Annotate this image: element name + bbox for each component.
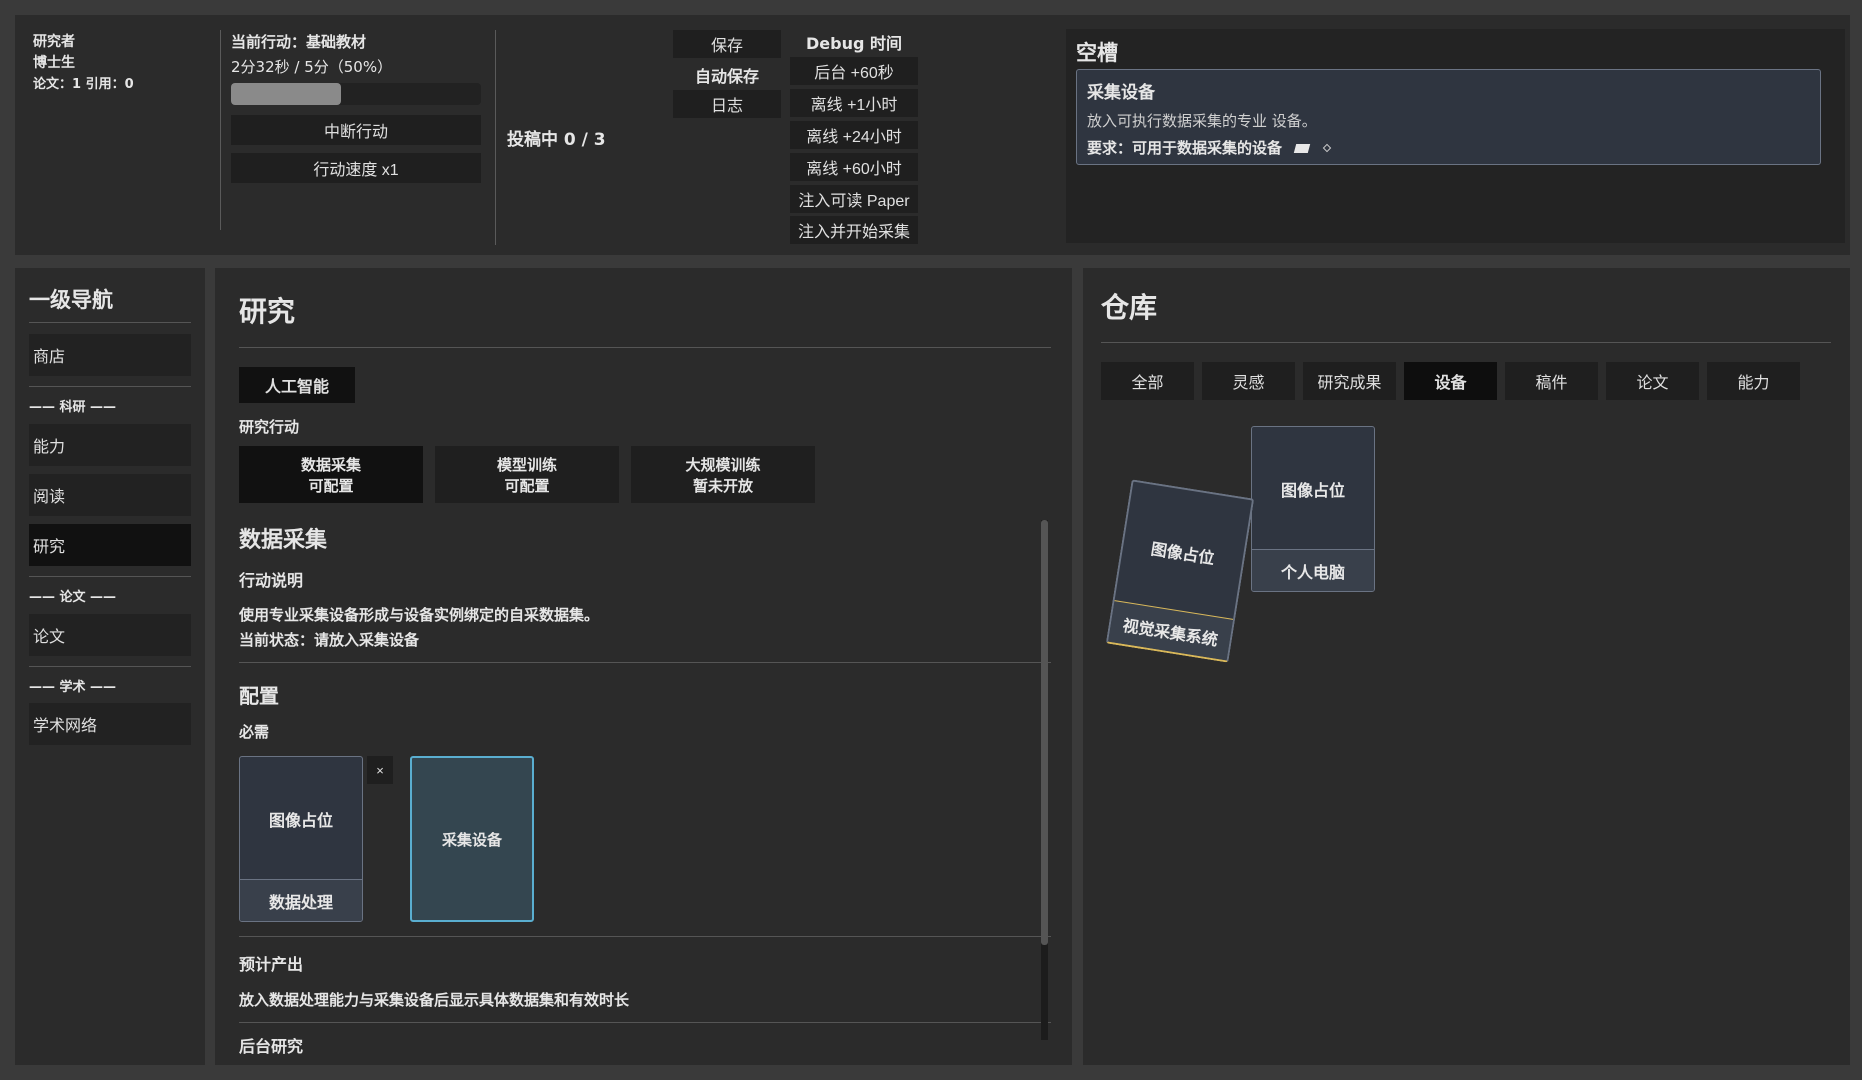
card-image-placeholder: 图像占位	[268, 811, 333, 830]
submission-status: 投稿中 0 / 3	[507, 130, 606, 150]
autosave-label: 自动保存	[694, 67, 759, 86]
debug-title: Debug 时间	[805, 34, 902, 53]
nav-section-paper: —— 论文 ——	[29, 590, 117, 605]
required-label: 必需	[239, 723, 270, 741]
slot-name: 采集设备	[1087, 83, 1155, 103]
nav-section-academic: —— 学术 ——	[29, 680, 117, 695]
device-icon	[1294, 144, 1311, 153]
tab-inspiration[interactable]: 灵感	[1202, 362, 1295, 400]
output-label: 预计产出	[239, 955, 304, 974]
interrupt-action-button[interactable]: 中断行动	[231, 115, 481, 145]
primary-nav: 一级导航 商店 —— 科研 —— 能力 阅读 研究 —— 论文 —— 论文 ——…	[15, 268, 205, 1065]
action-status: 当前状态：请放入采集设备	[239, 631, 420, 649]
scrollbar-track[interactable]	[1041, 520, 1048, 1040]
nav-research[interactable]: 研究	[29, 524, 191, 566]
action-state: 可配置	[504, 477, 550, 495]
action-data-collection[interactable]: 数据采集 可配置	[239, 446, 423, 503]
action-state: 暂未开放	[692, 477, 753, 495]
top-bar: 研究者 博士生 论文：1 引用：0 当前行动：基础教材 2分32秒 / 5分（5…	[15, 15, 1850, 255]
empty-slot-header: 空槽	[1076, 41, 1118, 65]
tab-all[interactable]: 全部	[1101, 362, 1194, 400]
divider	[1101, 342, 1831, 343]
research-title: 研究	[239, 295, 296, 328]
slot-req-text: 要求：可用于数据采集的设备	[1087, 139, 1283, 157]
tab-manuscripts[interactable]: 稿件	[1505, 362, 1598, 400]
nav-ability[interactable]: 能力	[29, 424, 191, 466]
player-stats: 论文：1 引用：0	[33, 77, 134, 92]
action-progress-bar	[231, 83, 481, 105]
diamond-icon	[1323, 143, 1332, 153]
action-name: 数据采集	[300, 456, 361, 474]
nav-reading[interactable]: 阅读	[29, 474, 191, 516]
divider	[29, 386, 191, 387]
nav-title: 一级导航	[29, 288, 113, 312]
action-state: 可配置	[308, 477, 354, 495]
nav-shop[interactable]: 商店	[29, 334, 191, 376]
card-label: 数据处理	[240, 879, 362, 921]
player-role: 研究者	[33, 34, 75, 50]
warehouse-title: 仓库	[1101, 291, 1158, 324]
debug-offline-1h-button[interactable]: 离线 +1小时	[790, 89, 918, 117]
config-title: 配置	[239, 684, 279, 708]
action-model-training[interactable]: 模型训练 可配置	[435, 446, 619, 503]
nav-academic-network[interactable]: 学术网络	[29, 703, 191, 745]
config-card-data-processing[interactable]: 图像占位 数据处理	[239, 756, 363, 922]
debug-offline-60h-button[interactable]: 离线 +60小时	[790, 153, 918, 181]
field-tab-ai[interactable]: 人工智能	[239, 367, 355, 403]
section-title: 数据采集	[239, 528, 328, 553]
background-research-label: 后台研究	[239, 1037, 304, 1056]
divider	[239, 662, 1051, 663]
desc-label: 行动说明	[239, 571, 304, 590]
action-name: 大规模训练	[685, 456, 761, 474]
divider	[239, 936, 1051, 937]
card-label: 个人电脑	[1252, 549, 1374, 591]
save-button[interactable]: 保存	[673, 30, 781, 58]
divider	[239, 1022, 1051, 1023]
debug-offline-24h-button[interactable]: 离线 +24小时	[790, 121, 918, 149]
remove-card-button[interactable]: ×	[367, 756, 393, 784]
output-desc: 放入数据处理能力与采集设备后显示具体数据集和有效时长	[239, 991, 630, 1009]
divider	[495, 30, 496, 245]
slot-requirement: 要求：可用于数据采集的设备	[1087, 137, 1332, 158]
divider	[29, 576, 191, 577]
action-progress-fill	[231, 83, 341, 105]
divider	[239, 347, 1051, 348]
action-name: 模型训练	[496, 456, 557, 474]
warehouse-panel: 仓库 全部 灵感 研究成果 设备 稿件 论文 能力 图像占位 个人电脑 图像占位…	[1083, 268, 1850, 1065]
player-degree: 博士生	[33, 55, 75, 71]
tab-research-results[interactable]: 研究成果	[1303, 362, 1396, 400]
action-speed-button[interactable]: 行动速度 x1	[231, 153, 481, 183]
action-time: 2分32秒 / 5分（50%）	[231, 58, 393, 76]
divider	[220, 30, 221, 230]
research-actions-label: 研究行动	[239, 418, 300, 436]
action-desc: 使用专业采集设备形成与设备实例绑定的自采数据集。	[239, 606, 600, 624]
debug-inject-paper-button[interactable]: 注入可读 Paper	[790, 185, 918, 213]
slot-desc: 放入可执行数据采集的专业 设备。	[1087, 112, 1317, 130]
nav-section-research: —— 科研 ——	[29, 400, 117, 415]
collection-device-slot[interactable]: 采集设备	[410, 756, 534, 922]
scrollbar-thumb[interactable]	[1041, 520, 1048, 945]
tab-devices[interactable]: 设备	[1404, 362, 1497, 400]
card-image-placeholder: 图像占位	[1149, 539, 1216, 569]
tab-papers[interactable]: 论文	[1606, 362, 1699, 400]
warehouse-tabs: 全部 灵感 研究成果 设备 稿件 论文 能力	[1101, 362, 1800, 400]
tab-abilities[interactable]: 能力	[1707, 362, 1800, 400]
warehouse-card-personal-computer[interactable]: 图像占位 个人电脑	[1251, 426, 1375, 592]
current-action: 当前行动：基础教材	[231, 33, 367, 51]
debug-inject-collect-button[interactable]: 注入并开始采集	[790, 216, 918, 244]
log-button[interactable]: 日志	[673, 90, 781, 118]
divider	[29, 322, 191, 323]
divider	[29, 666, 191, 667]
action-large-scale-training[interactable]: 大规模训练 暂未开放	[631, 446, 815, 503]
card-image-placeholder: 图像占位	[1280, 481, 1345, 500]
empty-slot-panel: 空槽 采集设备 放入可执行数据采集的专业 设备。 要求：可用于数据采集的设备	[1066, 29, 1845, 243]
research-panel: 研究 人工智能 研究行动 数据采集 可配置 模型训练 可配置 大规模训练 暂未开…	[215, 268, 1072, 1065]
slot-info-card[interactable]: 采集设备 放入可执行数据采集的专业 设备。 要求：可用于数据采集的设备	[1076, 69, 1821, 165]
debug-bg-60s-button[interactable]: 后台 +60秒	[790, 57, 918, 85]
warehouse-card-vision-system[interactable]: 图像占位 视觉采集系统	[1105, 479, 1255, 663]
nav-paper[interactable]: 论文	[29, 614, 191, 656]
